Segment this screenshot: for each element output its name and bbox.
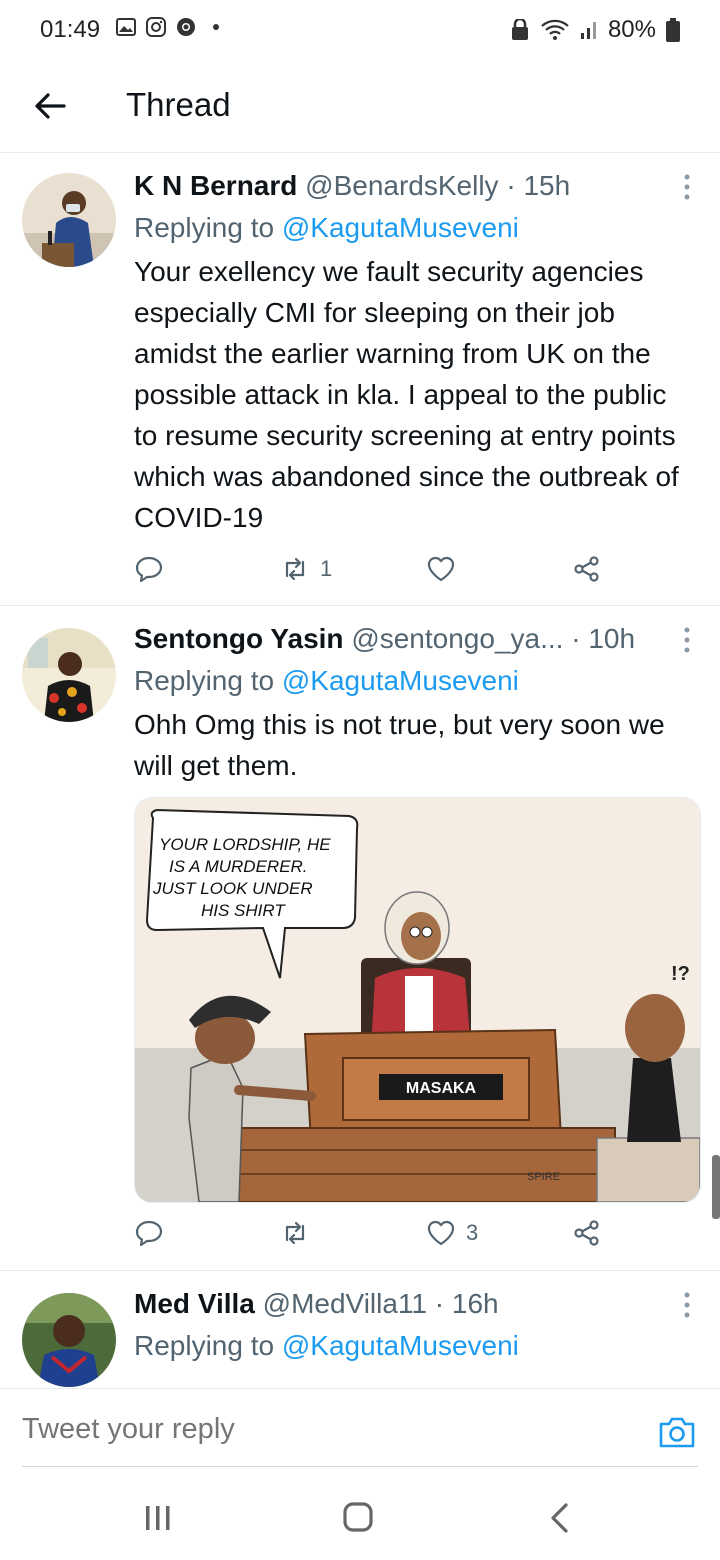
avatar-photo bbox=[22, 628, 116, 722]
retweet-icon bbox=[285, 557, 305, 581]
avatar-photo bbox=[22, 1293, 116, 1387]
lock-status-icon bbox=[511, 19, 528, 40]
speech-line-2: IS A MURDERER. bbox=[169, 857, 308, 876]
tweet-2[interactable]: Sentongo Yasin @sentongo_ya... · 10h Rep… bbox=[0, 606, 720, 1271]
chrome-icon bbox=[177, 18, 195, 36]
replying-prefix: Replying to bbox=[134, 665, 275, 696]
camera-icon[interactable] bbox=[658, 1415, 696, 1449]
tweet-body: K N Bernard @BenardsKelly · 15h Replying… bbox=[134, 169, 690, 538]
share-button[interactable] bbox=[572, 1218, 602, 1248]
retweet-button[interactable]: 1 bbox=[280, 554, 332, 584]
avatar-photo bbox=[22, 173, 116, 267]
more-notifications-dot-icon bbox=[213, 24, 219, 30]
tweet-1[interactable]: K N Bernard @BenardsKelly · 15h Replying… bbox=[0, 153, 720, 606]
tweet-time[interactable]: 16h bbox=[452, 1288, 499, 1319]
like-button[interactable] bbox=[426, 554, 456, 584]
separator-dot: · bbox=[506, 170, 516, 201]
avatar[interactable] bbox=[22, 628, 116, 722]
mention-link[interactable]: @KagutaMuseveni bbox=[282, 1330, 519, 1361]
signal-icon bbox=[580, 22, 596, 39]
like-button[interactable]: 3 bbox=[426, 1218, 478, 1248]
replying-to: Replying to @KagutaMuseveni bbox=[134, 1329, 690, 1363]
thread-header: Thread bbox=[0, 60, 720, 153]
replying-to: Replying to @KagutaMuseveni bbox=[134, 664, 690, 698]
reply-button[interactable] bbox=[134, 1218, 164, 1248]
reply-bar bbox=[0, 1388, 720, 1469]
share-button[interactable] bbox=[572, 554, 602, 584]
speech-line-3: JUST LOOK UNDER bbox=[152, 879, 313, 898]
tweet-header: K N Bernard @BenardsKelly · 15h bbox=[134, 169, 690, 203]
retweet-count: 1 bbox=[320, 556, 333, 581]
heart-icon bbox=[427, 1220, 455, 1246]
tweet-image[interactable]: YOUR LORDSHIP, HE IS A MURDERER. JUST LO… bbox=[134, 797, 701, 1203]
retweet-icon bbox=[285, 1221, 305, 1245]
artist-signature: SPIRE bbox=[527, 1171, 560, 1183]
tweet-time[interactable]: 15h bbox=[523, 170, 570, 201]
display-name[interactable]: Med Villa bbox=[134, 1288, 255, 1319]
tweet-body: Sentongo Yasin @sentongo_ya... · 10h Rep… bbox=[134, 622, 690, 786]
battery-icon bbox=[666, 18, 680, 42]
courtroom-cartoon: YOUR LORDSHIP, HE IS A MURDERER. JUST LO… bbox=[135, 798, 700, 1202]
retweet-button[interactable] bbox=[280, 1218, 310, 1248]
display-name[interactable]: K N Bernard bbox=[134, 170, 297, 201]
notification-icons bbox=[116, 17, 226, 37]
system-nav-bar bbox=[0, 1470, 720, 1560]
user-handle[interactable]: @BenardsKelly bbox=[305, 170, 498, 201]
back-arrow-icon[interactable] bbox=[32, 88, 68, 124]
speech-line-4: HIS SHIRT bbox=[201, 901, 286, 920]
tweet-body: Med Villa @MedVilla11 · 16h Replying to … bbox=[134, 1287, 690, 1363]
mention-link[interactable]: @KagutaMuseveni bbox=[282, 665, 519, 696]
separator-dot: · bbox=[571, 623, 581, 654]
tweet-text: Your exellency we fault security agencie… bbox=[134, 256, 679, 533]
tweet-actions: 1 bbox=[134, 554, 614, 594]
status-time: 01:49 bbox=[40, 16, 101, 43]
comment-icon bbox=[135, 556, 163, 583]
status-bar: 01:49 80% bbox=[0, 0, 720, 60]
tweet-header: Sentongo Yasin @sentongo_ya... · 10h bbox=[134, 622, 690, 656]
comment-icon bbox=[135, 1220, 163, 1247]
gallery-icon bbox=[116, 18, 136, 36]
scrollbar-thumb[interactable] bbox=[712, 1155, 720, 1219]
user-handle[interactable]: @MedVilla11 bbox=[263, 1288, 427, 1319]
tweet-header: Med Villa @MedVilla11 · 16h bbox=[134, 1287, 690, 1321]
page-title: Thread bbox=[126, 86, 231, 123]
system-back-icon[interactable] bbox=[540, 1500, 580, 1536]
wifi-icon bbox=[541, 19, 569, 40]
like-count: 3 bbox=[466, 1220, 479, 1245]
reply-input[interactable] bbox=[22, 1413, 602, 1446]
reply-button[interactable] bbox=[134, 554, 164, 584]
tweet-time[interactable]: 10h bbox=[588, 623, 635, 654]
instagram-icon bbox=[146, 17, 166, 37]
tweet-3[interactable]: Med Villa @MedVilla11 · 16h Replying to … bbox=[0, 1271, 720, 1388]
tweet-text: Ohh Omg this is not true, but very soon … bbox=[134, 709, 665, 781]
display-name[interactable]: Sentongo Yasin bbox=[134, 623, 344, 654]
share-icon bbox=[574, 1220, 599, 1246]
replying-prefix: Replying to bbox=[134, 1330, 275, 1361]
status-right: 80% bbox=[510, 16, 680, 44]
heart-icon bbox=[427, 556, 455, 582]
battery-percent: 80% bbox=[607, 16, 656, 43]
replying-prefix: Replying to bbox=[134, 212, 275, 243]
mention-link[interactable]: @KagutaMuseveni bbox=[282, 212, 519, 243]
confused-exclaim: !? bbox=[671, 963, 690, 985]
separator-dot: · bbox=[434, 1288, 445, 1319]
share-icon bbox=[574, 556, 599, 582]
recent-apps-icon[interactable] bbox=[138, 1500, 178, 1536]
user-handle[interactable]: @sentongo_ya... bbox=[351, 623, 563, 654]
reply-divider bbox=[22, 1466, 698, 1467]
avatar[interactable] bbox=[22, 1293, 116, 1387]
bench-sign-text: MASAKA bbox=[406, 1080, 477, 1097]
speech-line-1: YOUR LORDSHIP, HE bbox=[159, 835, 331, 854]
avatar[interactable] bbox=[22, 173, 116, 267]
tweet-actions: 3 bbox=[134, 1218, 614, 1258]
home-icon[interactable] bbox=[338, 1500, 378, 1536]
replying-to: Replying to @KagutaMuseveni bbox=[134, 211, 690, 245]
